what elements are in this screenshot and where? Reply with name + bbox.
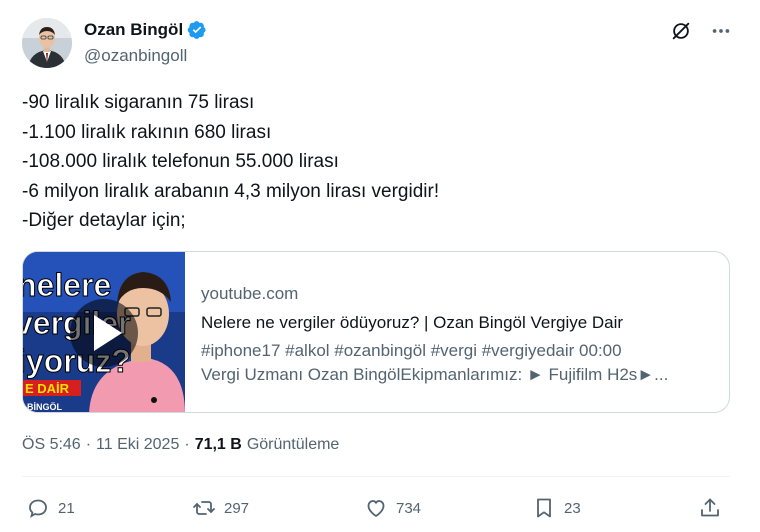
thumbnail-text: nelere: [23, 267, 111, 303]
card-description: Vergi Uzmanı Ozan BingölEkipmanlarımız: …: [201, 365, 669, 384]
tweet-meta: ÖS 5:46 · 11 Eki 2025 · 71,1 B Görüntüle…: [22, 436, 339, 454]
repost-icon: [193, 501, 215, 515]
reply-icon: [29, 499, 47, 518]
verified-badge-icon: [187, 20, 207, 40]
repost-count: 297: [224, 499, 250, 517]
play-icon: [70, 299, 138, 367]
meta-separator: ·: [184, 436, 190, 453]
views-count[interactable]: 71,1 B: [195, 436, 242, 454]
heart-icon: [367, 500, 385, 518]
tweet-text: -90 liralık sigaranın 75 lirası -1.100 l…: [22, 88, 439, 236]
card-description: #iphone17 #alkol #ozanbingöl #vergi #ver…: [201, 341, 622, 360]
tweet-line: -1.100 liralık rakının 680 lirası: [22, 121, 272, 143]
reply-count: 21: [58, 499, 75, 517]
tweet-line: -90 liralık sigaranın 75 lirası: [22, 92, 255, 113]
like-button[interactable]: 734: [364, 496, 421, 520]
tweet-date[interactable]: 11 Eki 2025: [96, 436, 179, 454]
more-icon[interactable]: [710, 20, 732, 42]
thumbnail-banner: E DAİR: [25, 381, 70, 396]
views-label: Görüntüleme: [246, 436, 340, 453]
card-domain: youtube.com: [201, 284, 299, 303]
video-thumbnail[interactable]: nelere vergiler iyoruz? E DAİR BİNGÖL: [23, 252, 185, 412]
bookmark-count: 23: [564, 499, 581, 517]
avatar-photo: [22, 18, 72, 68]
meta-separator: ·: [85, 436, 92, 453]
tweet-time[interactable]: ÖS 5:46: [22, 436, 81, 454]
tweet-line: -108.000 liralık telefonun 55.000 lirası: [22, 151, 339, 172]
tweet-line: -6 milyon liralık arabanın 4,3 milyon li…: [22, 180, 440, 202]
share-icon: [701, 498, 719, 517]
share-button[interactable]: [698, 496, 722, 520]
bookmark-button[interactable]: 23: [532, 496, 581, 520]
repost-button[interactable]: 297: [192, 496, 249, 520]
author-display-name[interactable]: Ozan Bingöl: [84, 20, 183, 40]
card-title: Nelere ne vergiler ödüyoruz? | Ozan Bing…: [201, 313, 624, 332]
link-preview-card[interactable]: nelere vergiler iyoruz? E DAİR BİNGÖL yo…: [22, 251, 730, 413]
author-name-row[interactable]: Ozan Bingöl: [84, 18, 207, 42]
tweet-line: -Diğer detaylar için;: [22, 210, 186, 231]
reply-button[interactable]: 21: [26, 496, 75, 520]
divider: [22, 476, 730, 477]
like-count: 734: [396, 499, 422, 517]
tweet-actions: 21 297 734 23: [22, 496, 730, 526]
tweet-top-actions: [670, 20, 732, 42]
bookmark-icon: [537, 498, 551, 518]
avatar[interactable]: [22, 18, 72, 68]
author-handle[interactable]: @ozanbingoll: [84, 46, 187, 66]
thumbnail-sub: BİNGÖL: [27, 402, 63, 412]
grok-icon[interactable]: [670, 20, 692, 42]
card-body: youtube.com Nelere ne vergiler ödüyoruz?…: [185, 252, 729, 412]
